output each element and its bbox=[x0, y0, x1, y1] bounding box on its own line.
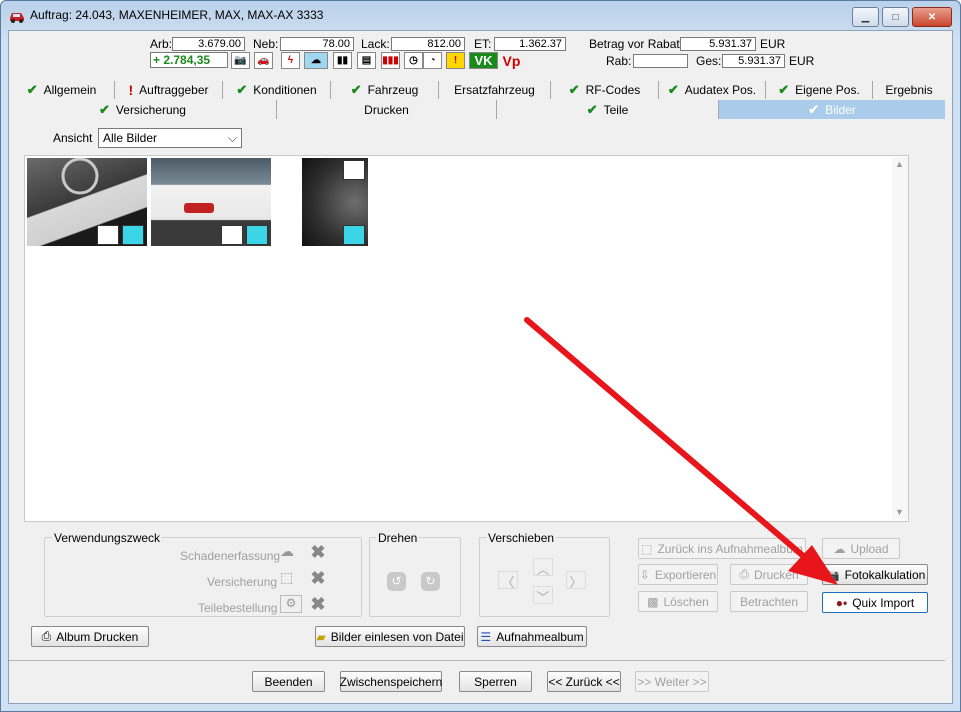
annotation-arrow bbox=[524, 317, 838, 585]
